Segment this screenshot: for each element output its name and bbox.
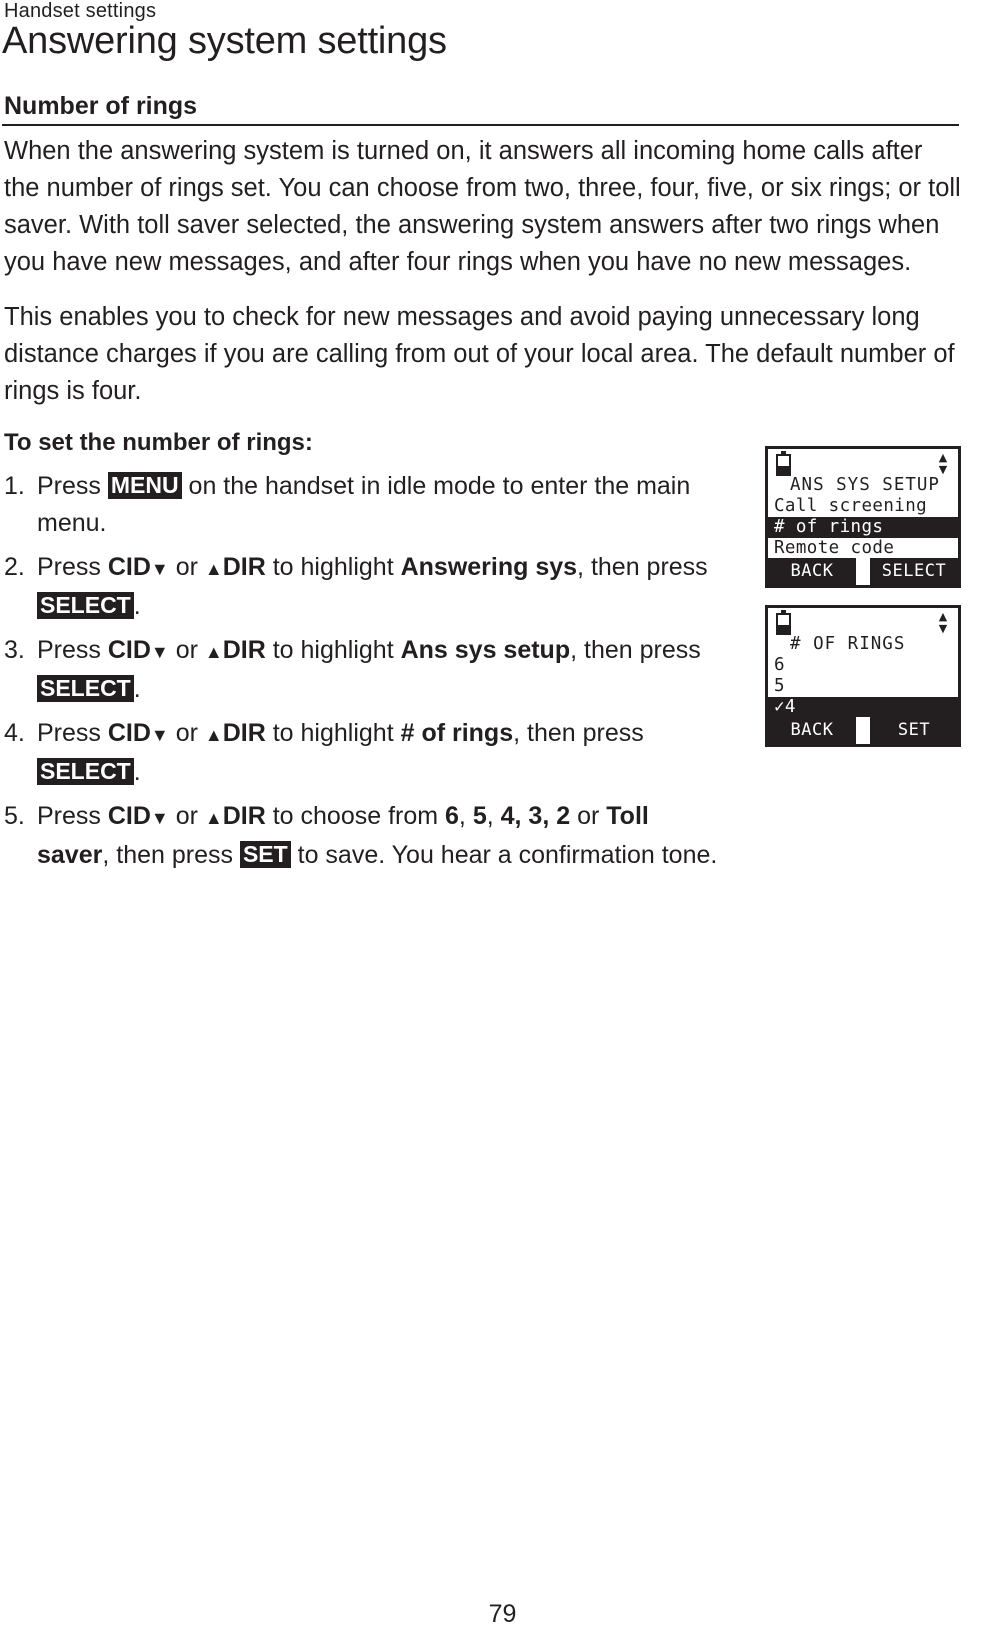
triangle-up-icon: ▲ (204, 725, 223, 745)
paragraph: When the answering system is turned on, … (4, 137, 961, 276)
step-number: 3. (4, 636, 25, 664)
step-number: 2. (4, 553, 25, 581)
lcd-softkey-bar: BACK SET (768, 717, 958, 744)
cid-down-key-reference: CID▼ (107, 636, 169, 664)
manual-page: Handset settings Answering system settin… (0, 0, 1005, 1642)
paragraph: This enables you to check for new messag… (4, 303, 955, 405)
triangle-down-icon: ▼ (150, 725, 169, 745)
lcd-menu-item[interactable]: Call screening (768, 496, 958, 517)
dir-up-key-reference: ▲DIR (204, 719, 266, 747)
section-heading: Number of rings (4, 92, 198, 120)
softkey-divider (856, 717, 870, 744)
triangle-down-icon: ▼ (150, 808, 169, 828)
lcd-display: ▲ ▼ # OF RINGS 6 5 ✓4 (768, 608, 958, 717)
triangle-up-icon: ▲ (204, 642, 223, 662)
lcd-title: ANS SYS SETUP (790, 475, 940, 495)
softkey-left[interactable]: BACK (768, 717, 856, 744)
cid-down-key-reference: CID▼ (107, 802, 169, 830)
procedure-steps: 1. Press MENU on the handset in idle mode… (4, 468, 719, 881)
up-down-arrows-icon: ▲ ▼ (938, 610, 948, 635)
triangle-up-icon: ▲ (204, 808, 223, 828)
lcd-display: ▲ ▼ ANS SYS SETUP Call screening # of rin… (768, 449, 958, 558)
emphasis-text: 6 (445, 802, 459, 830)
page-number: 79 (488, 1600, 517, 1628)
emphasis-text: Answering sys (400, 553, 578, 581)
softkey-reference[interactable]: SELECT (37, 591, 134, 619)
procedure-step: 1. Press MENU on the handset in idle mode… (4, 468, 719, 541)
lcd-screenshot-number-of-rings: ▲ ▼ # OF RINGS 6 5 ✓4 BACK SET (765, 605, 961, 747)
procedure-step: 3. Press CID▼ or ▲DIR to highlight Ans sy… (4, 632, 719, 707)
lcd-softkey-bar: BACK SELECT (768, 558, 958, 585)
step-number: 5. (4, 802, 25, 830)
up-down-arrows-icon: ▲ ▼ (938, 451, 948, 476)
procedure-step: 4. Press CID▼ or ▲DIR to highlight # of r… (4, 715, 719, 790)
dir-up-key-reference: ▲DIR (204, 802, 266, 830)
softkey-right[interactable]: SELECT (870, 558, 958, 585)
emphasis-text: # of rings (400, 719, 514, 747)
step-number: 4. (4, 719, 25, 747)
cid-down-key-reference: CID▼ (107, 553, 169, 581)
softkey-reference[interactable]: MENU (107, 472, 182, 499)
procedure-step: 5. Press CID▼ or ▲DIR to choose from 6, 5… (4, 798, 719, 873)
triangle-up-icon: ▲ (204, 559, 223, 579)
body-copy: When the answering system is turned on, … (4, 133, 964, 428)
lcd-status-bar: ▲ ▼ (768, 451, 958, 476)
triangle-down-icon: ▼ (150, 559, 169, 579)
battery-icon (776, 610, 791, 635)
lcd-screenshot-ans-sys-setup: ▲ ▼ ANS SYS SETUP Call screening # of rin… (765, 446, 961, 588)
softkey-reference[interactable]: SELECT (37, 674, 134, 702)
lcd-menu-item[interactable]: 5 (768, 676, 958, 697)
dir-up-key-reference: ▲DIR (204, 636, 266, 664)
emphasis-text: 4, 3, 2 (500, 802, 571, 830)
softkey-reference[interactable]: SELECT (37, 757, 134, 785)
emphasis-text: Ans sys setup (400, 636, 571, 664)
lcd-menu-item[interactable]: Remote code (768, 538, 958, 558)
lcd-menu-item[interactable]: 6 (768, 655, 958, 676)
triangle-down-icon: ▼ (150, 642, 169, 662)
cid-down-key-reference: CID▼ (107, 719, 169, 747)
softkey-reference[interactable]: SET (239, 840, 291, 868)
emphasis-text: 5 (472, 802, 487, 830)
lcd-title: # OF RINGS (790, 634, 906, 654)
page-title: Answering system settings (2, 20, 447, 62)
softkey-right[interactable]: SET (870, 717, 958, 744)
lcd-status-bar: ▲ ▼ (768, 610, 958, 635)
lcd-menu-item-selected[interactable]: ✓4 (768, 697, 958, 717)
softkey-left[interactable]: BACK (768, 558, 856, 585)
horizontal-rule (2, 124, 959, 126)
softkey-divider (856, 558, 870, 585)
lcd-menu-item-selected[interactable]: # of rings (768, 517, 958, 538)
battery-icon (776, 451, 791, 476)
procedure-step: 2. Press CID▼ or ▲DIR to highlight Answer… (4, 549, 719, 624)
procedure-lead-in: To set the number of rings: (4, 429, 313, 456)
dir-up-key-reference: ▲DIR (204, 553, 266, 581)
step-number: 1. (4, 472, 25, 500)
